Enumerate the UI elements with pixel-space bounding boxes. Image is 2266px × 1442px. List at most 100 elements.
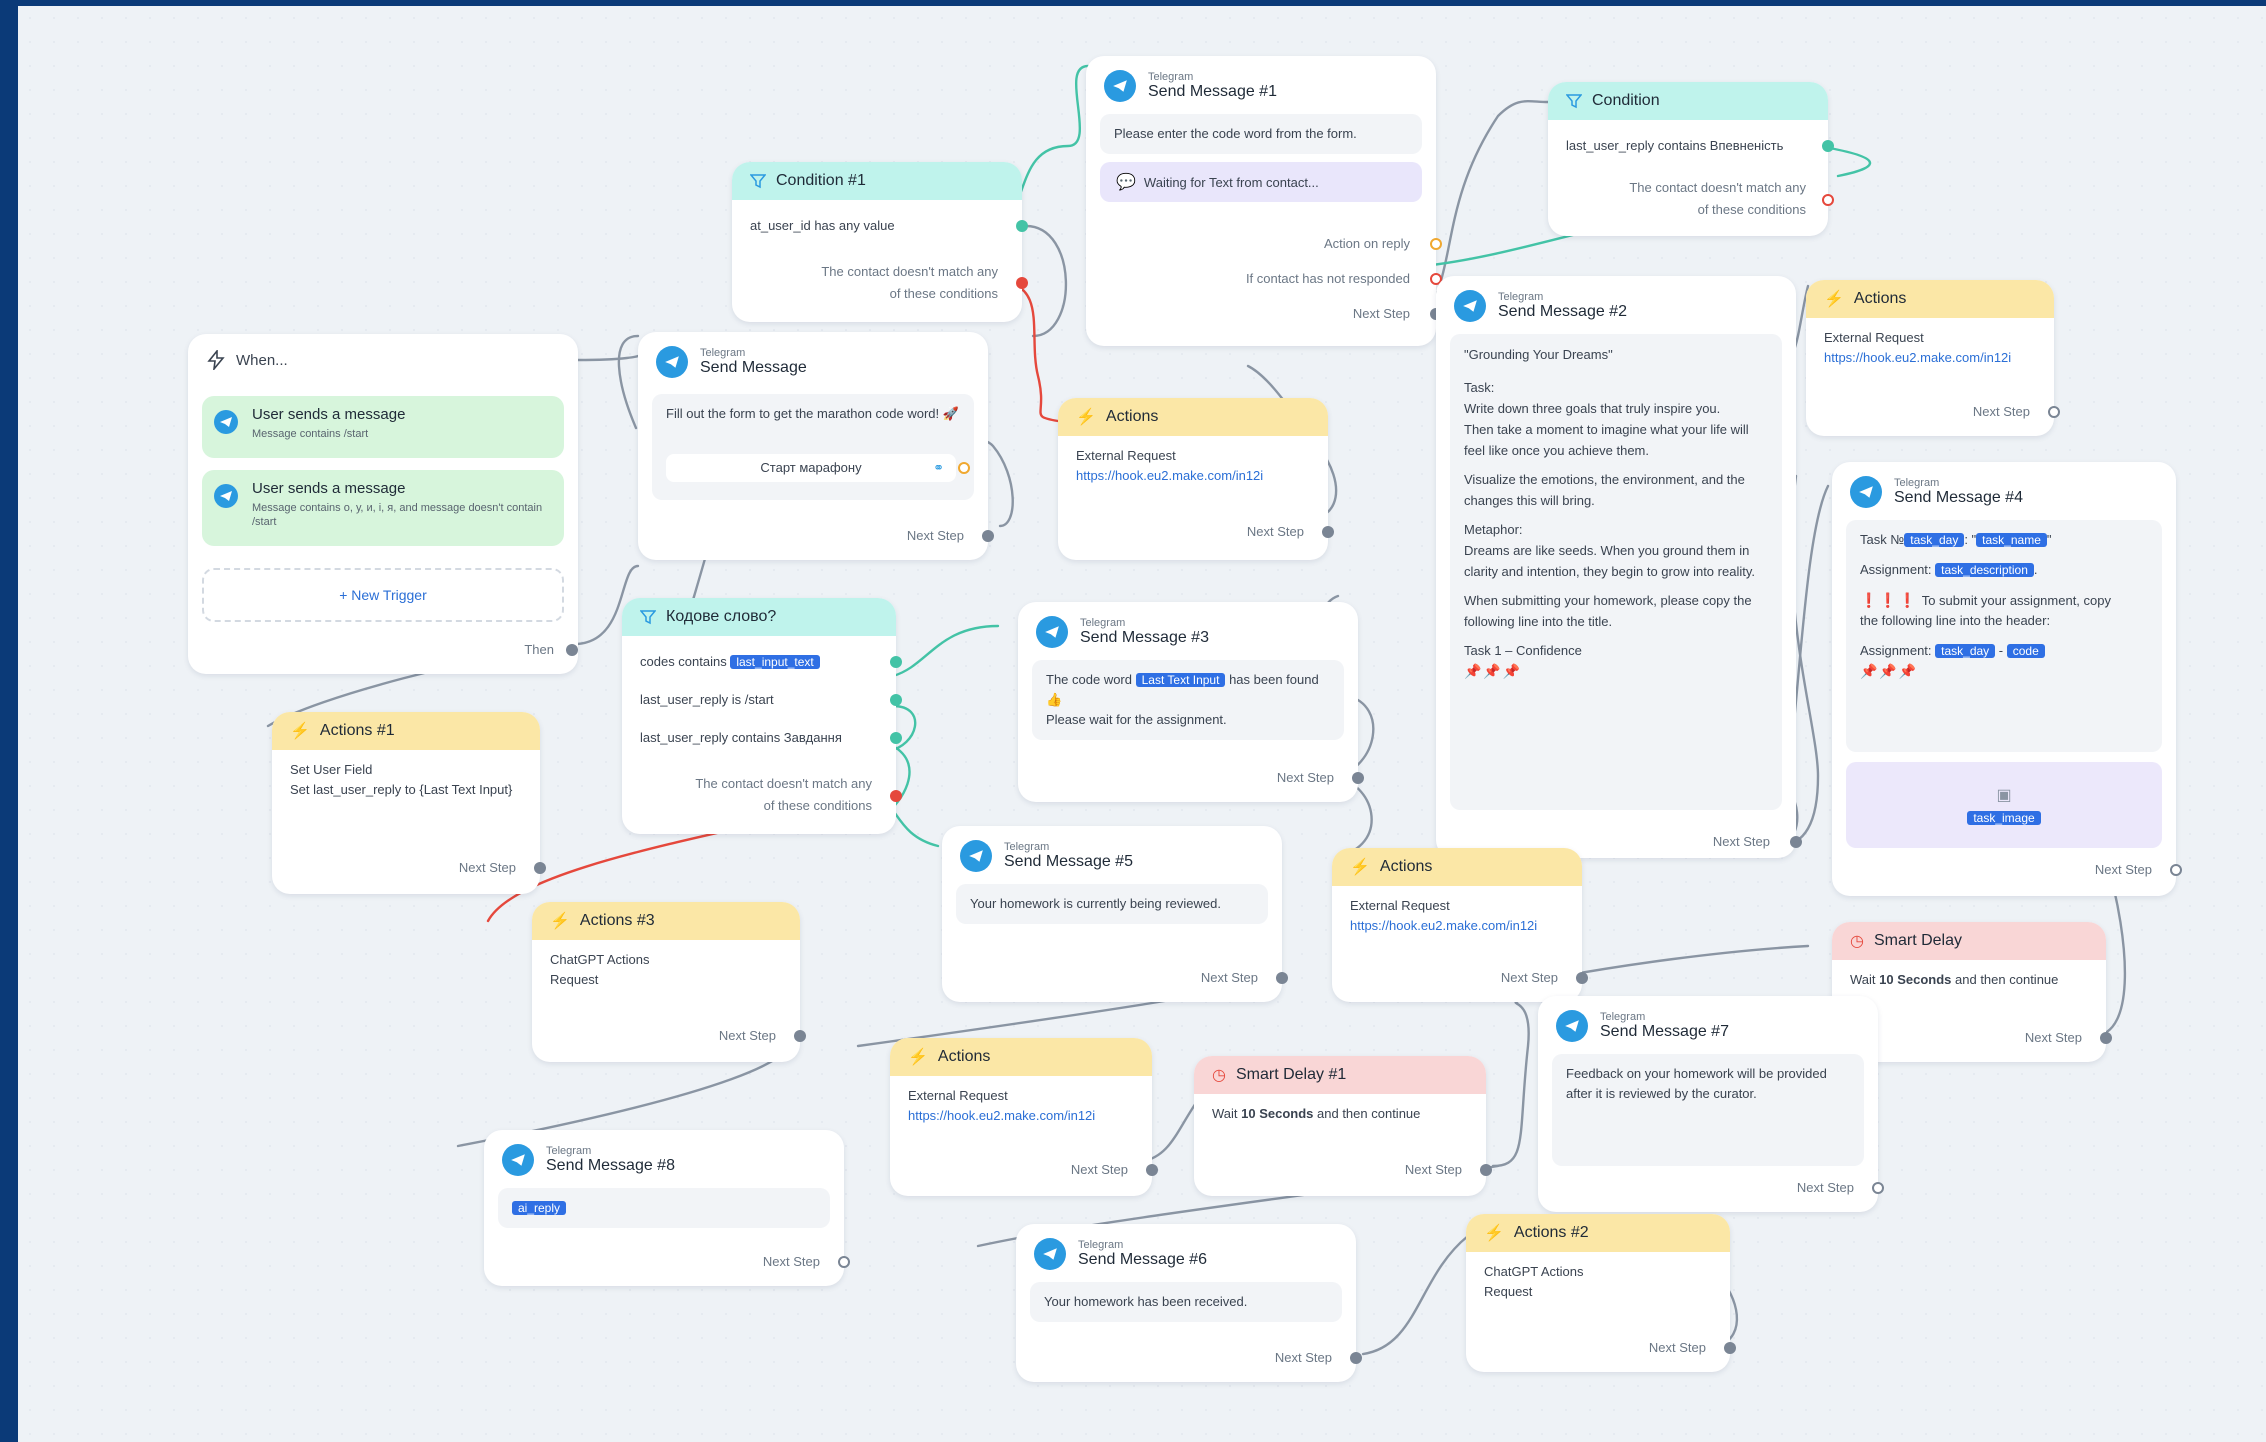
lightning-icon: ⚡ [1350, 859, 1370, 876]
image-block: ▣ task_image [1846, 762, 2162, 848]
next-step-port[interactable] [1576, 972, 1588, 984]
send-message-4-card[interactable]: Telegram Send Message #4 Task № task_day: … [1832, 462, 2182, 896]
node-title: Send Message #1 [1148, 83, 1277, 100]
variable-tag: task_image [1967, 811, 2041, 825]
action-on-reply: Action on reply [1324, 236, 1410, 251]
node-kind: Telegram [1078, 1239, 1124, 1251]
delay-text: Wait [1850, 972, 1880, 987]
next-step-port[interactable] [2170, 864, 2182, 876]
message-text-box: Your homework has been received. [1030, 1282, 1342, 1322]
actions-1-card[interactable]: ⚡ Actions #1 Set User Field Set last_use… [272, 712, 546, 894]
trigger-card[interactable]: When... User sends a message Message con… [188, 334, 578, 674]
condition-false-port[interactable] [890, 790, 902, 802]
message-line: Write down three goals that truly inspir… [1464, 401, 1721, 416]
next-step-port[interactable] [838, 1256, 850, 1268]
next-step-port[interactable] [1322, 526, 1334, 538]
button-port[interactable] [958, 462, 970, 474]
lightning-icon: ⚡ [550, 913, 570, 930]
next-step-label: Next Step [762, 1254, 820, 1269]
next-step-port[interactable] [794, 1030, 806, 1042]
condition-false-port[interactable] [1016, 277, 1028, 289]
actions-2-card[interactable]: ⚡ Actions #2 ChatGPT Actions Request Nex… [1466, 1214, 1736, 1372]
actions-3-card[interactable]: ⚡ Actions #3 ChatGPT Actions Request Nex… [532, 902, 806, 1062]
code-condition-card[interactable]: Кодове слово? codes contains last_input_… [622, 598, 902, 834]
condition-card[interactable]: Condition last_user_reply contains Впевн… [1548, 82, 1834, 236]
message-text: " [2046, 532, 2052, 547]
node-title: Send Message #5 [1004, 853, 1133, 870]
next-step-port[interactable] [2048, 406, 2060, 418]
pin-stars: 📌📌📌 [1464, 663, 1523, 679]
then-label: Then [524, 642, 554, 657]
flow-canvas[interactable]: When... User sends a message Message con… [18, 6, 2266, 1442]
actions-card[interactable]: ⚡ Actions External Request https://hook.… [1058, 398, 1334, 560]
lightning-icon [206, 350, 226, 370]
node-title: Send Message #7 [1600, 1023, 1729, 1040]
next-step-label: Next Step [1246, 524, 1304, 539]
next-step-port[interactable] [982, 530, 994, 542]
rule-text: codes contains [640, 654, 731, 669]
action-type: External Request [1076, 448, 1176, 463]
actions-card-3[interactable]: ⚡ Actions External Request https://hook.… [1332, 848, 1588, 1002]
condition-false-port[interactable] [1822, 194, 1834, 206]
message-text: - [1995, 643, 2007, 658]
action-type: ChatGPT Actions [550, 952, 650, 967]
next-step-port[interactable] [1872, 1182, 1884, 1194]
delay-value: 10 Seconds [1879, 972, 1952, 987]
lightning-icon: ⚡ [290, 723, 310, 740]
new-trigger-button[interactable]: + New Trigger [202, 568, 564, 622]
condition-else: The contact doesn't match any [1629, 180, 1806, 195]
node-kind: Telegram [1498, 291, 1544, 303]
next-step-port[interactable] [2100, 1032, 2112, 1044]
condition-true-port[interactable] [1016, 220, 1028, 232]
condition-1-card[interactable]: Condition #1 at_user_id has any value Th… [732, 162, 1028, 322]
action-url[interactable]: https://hook.eu2.make.com/in12i [1824, 348, 2036, 368]
action-detail: Request [1484, 1284, 1533, 1299]
next-step-port[interactable] [1352, 772, 1364, 784]
actions-card-2[interactable]: ⚡ Actions External Request https://hook.… [1806, 280, 2060, 436]
next-step-port[interactable] [1146, 1164, 1158, 1176]
condition-true-port[interactable] [1822, 140, 1834, 152]
rule-port[interactable] [890, 656, 902, 668]
rule-port[interactable] [890, 694, 902, 706]
rule-port[interactable] [890, 732, 902, 744]
node-kind: Telegram [1004, 841, 1050, 853]
action-url[interactable]: https://hook.eu2.make.com/in12i [908, 1106, 1134, 1126]
trigger-item-sub: Message contains о, у, и, і, я, and mess… [252, 502, 543, 528]
next-step-label: Next Step [2094, 862, 2152, 877]
next-step-port[interactable] [534, 862, 546, 874]
action-url[interactable]: https://hook.eu2.make.com/in12i [1350, 916, 1564, 936]
trigger-item-2[interactable]: User sends a message Message contains о,… [202, 470, 564, 546]
next-step-port[interactable] [1276, 972, 1288, 984]
then-port[interactable] [566, 644, 578, 656]
action-type: External Request [908, 1088, 1008, 1103]
actions-card-4[interactable]: ⚡ Actions External Request https://hook.… [890, 1038, 1158, 1196]
send-message-8-card[interactable]: Telegram Send Message #8 ai_reply Next St… [484, 1130, 850, 1286]
message-text-box: "Grounding Your Dreams" Task: Write down… [1450, 334, 1782, 810]
reply-button[interactable]: Старт марафону [666, 454, 956, 482]
action-on-reply-port[interactable] [1430, 238, 1442, 250]
action-url[interactable]: https://hook.eu2.make.com/in12i [1076, 466, 1310, 486]
send-message-card[interactable]: Telegram Send Message Fill out the form t… [638, 332, 994, 560]
next-step-port[interactable] [1724, 1342, 1736, 1354]
telegram-icon [656, 346, 688, 378]
waiting-pill: 💬 Waiting for Text from contact... [1100, 162, 1422, 202]
send-message-1-card[interactable]: Telegram Send Message #1 Please enter the… [1086, 56, 1442, 346]
send-message-2-card[interactable]: Telegram Send Message #2 "Grounding Your … [1436, 276, 1802, 858]
send-message-7-card[interactable]: Telegram Send Message #7 Feedback on your… [1538, 996, 1884, 1212]
telegram-icon [1034, 1238, 1066, 1270]
reply-button-label: Старт марафону [760, 460, 862, 475]
trigger-item-1[interactable]: User sends a message Message contains /s… [202, 396, 564, 458]
smart-delay-1-card[interactable]: ◷ Smart Delay #1 Wait 10 Seconds and the… [1194, 1056, 1492, 1196]
next-step-port[interactable] [1480, 1164, 1492, 1176]
next-step-port[interactable] [1790, 836, 1802, 848]
condition-rule: last_user_reply contains Завдання [640, 730, 842, 745]
next-step-port[interactable] [1350, 1352, 1362, 1364]
send-message-3-card[interactable]: Telegram Send Message #3 The code word La… [1018, 602, 1364, 802]
condition-else-2: of these conditions [763, 798, 872, 813]
send-message-6-card[interactable]: Telegram Send Message #6 Your homework ha… [1016, 1224, 1362, 1382]
chat-bubble-icon: 💬 [1116, 174, 1136, 191]
telegram-icon [1104, 70, 1136, 102]
send-message-5-card[interactable]: Telegram Send Message #5 Your homework is… [942, 826, 1288, 1002]
message-text-box: ai_reply [498, 1188, 830, 1228]
condition-title: Condition #1 [776, 172, 866, 189]
